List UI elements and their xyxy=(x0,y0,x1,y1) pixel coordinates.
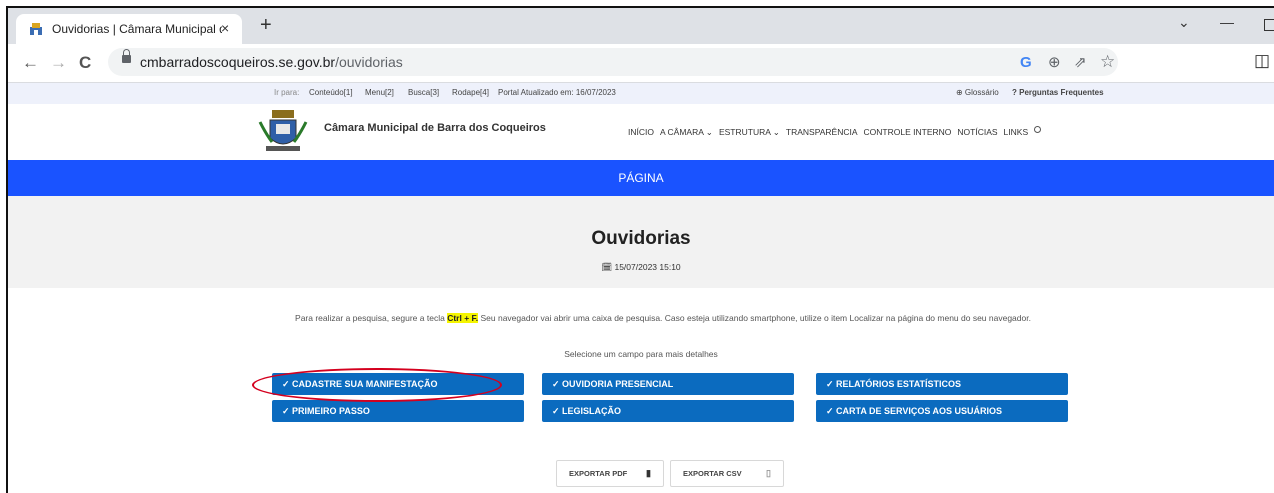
bookmark-star-icon[interactable]: ☆ xyxy=(1100,52,1115,72)
page-date: 🗓 15/07/2023 15:10 xyxy=(601,262,681,272)
portal-updated-text: Portal Atualizado em: 16/07/2023 xyxy=(498,88,616,97)
forward-icon[interactable]: → xyxy=(50,53,67,73)
ouvidoria-presencial-button[interactable]: ✓ OUVIDORIA PRESENCIAL xyxy=(542,373,794,395)
highlight-oval xyxy=(252,368,502,402)
export-pdf-button[interactable]: EXPORTAR PDF ▮ xyxy=(556,460,664,487)
coat-of-arms-logo[interactable] xyxy=(258,108,308,156)
reload-icon[interactable]: C xyxy=(79,53,91,73)
browser-window: Ouvidorias | Câmara Municipal de Barra d… xyxy=(6,6,1274,493)
search-icon[interactable] xyxy=(1034,126,1042,133)
url-path: /ouvidorias xyxy=(335,54,403,70)
tab-strip: Ouvidorias | Câmara Municipal de Barra d… xyxy=(8,8,1274,44)
page-section-bar: PÁGINA xyxy=(8,160,1274,196)
select-field-text: Selecione um campo para mais detalhes xyxy=(564,349,718,359)
minimize-icon[interactable]: — xyxy=(1220,14,1234,30)
browser-tab[interactable]: Ouvidorias | Câmara Municipal de Barra d… xyxy=(16,14,242,44)
menu-item-estrutura[interactable]: ESTRUTURA ⌄ xyxy=(719,127,780,137)
site-favicon-icon xyxy=(30,23,42,35)
menu-item-controle-interno[interactable]: CONTROLE INTERNO xyxy=(864,127,952,137)
pdf-file-icon: ▮ xyxy=(646,468,651,478)
skip-content-link[interactable]: Conteúdo[1] xyxy=(309,88,353,97)
accessibility-bar: Ir para: Conteúdo[1] Menu[2] Busca[3] Ro… xyxy=(8,83,1274,105)
skip-search-link[interactable]: Busca[3] xyxy=(408,88,439,97)
menu-item-transparencia[interactable]: TRANSPARÊNCIA xyxy=(786,127,858,137)
export-csv-label: EXPORTAR CSV xyxy=(683,469,742,478)
site-title[interactable]: Câmara Municipal de Barra dos Coqueiros xyxy=(324,122,546,134)
legislacao-button[interactable]: ✓ LEGISLAÇÃO xyxy=(542,400,794,422)
zoom-icon[interactable]: ⊕ xyxy=(1048,53,1061,71)
main-menu: INÍCIO A CÂMARA ⌄ ESTRUTURA ⌄ TRANSPARÊNCIA… xyxy=(628,126,1047,138)
lock-icon[interactable] xyxy=(122,49,131,63)
site-header: Câmara Municipal de Barra dos Coqueiros … xyxy=(8,104,1274,160)
export-csv-button[interactable]: EXPORTAR CSV ▯ xyxy=(670,460,784,487)
url-text[interactable]: cmbarradoscoqueiros.se.gov.br/ouvidorias xyxy=(140,54,403,70)
glossary-link[interactable]: ⊕ Glossário xyxy=(956,88,999,97)
ctrl-f-highlight: Ctrl + F. xyxy=(447,313,479,323)
menu-item-inicio[interactable]: INÍCIO xyxy=(628,127,654,137)
menu-item-links[interactable]: LINKS xyxy=(1004,127,1029,137)
google-icon[interactable]: G xyxy=(1020,54,1032,71)
address-bar[interactable]: cmbarradoscoqueiros.se.gov.br/ouvidorias… xyxy=(108,48,1118,76)
info-text-start: Para realizar a pesquisa, segure a tecla xyxy=(295,313,448,323)
csv-file-icon: ▯ xyxy=(766,468,771,478)
menu-item-a-camara[interactable]: A CÂMARA ⌄ xyxy=(660,127,713,137)
page-section-label: PÁGINA xyxy=(618,171,664,185)
skip-to-label: Ir para: xyxy=(274,88,300,97)
maximize-icon[interactable] xyxy=(1264,19,1274,31)
back-icon[interactable]: ← xyxy=(22,53,39,73)
browser-toolbar: ← → C cmbarradoscoqueiros.se.gov.br/ouvi… xyxy=(8,44,1274,83)
relatorios-estatisticos-button[interactable]: ✓ RELATÓRIOS ESTATÍSTICOS xyxy=(816,373,1068,395)
tab-title: Ouvidorias | Câmara Municipal de Barra d… xyxy=(52,22,222,36)
skip-footer-link[interactable]: Rodape[4] xyxy=(452,88,489,97)
carta-servicos-button[interactable]: ✓ CARTA DE SERVIÇOS AOS USUÁRIOS xyxy=(816,400,1068,422)
side-panel-icon[interactable]: ◫ xyxy=(1254,51,1270,71)
export-pdf-label: EXPORTAR PDF xyxy=(569,469,628,478)
tab-close-icon[interactable]: × xyxy=(221,20,229,36)
url-domain: cmbarradoscoqueiros.se.gov.br xyxy=(140,54,336,70)
page-title-area: Ouvidorias 🗓 15/07/2023 15:10 xyxy=(8,196,1274,288)
new-tab-icon[interactable]: + xyxy=(260,14,272,37)
faq-link[interactable]: ? Perguntas Frequentes xyxy=(1012,88,1104,97)
search-instructions: Para realizar a pesquisa, segure a tecla… xyxy=(248,312,1078,325)
tab-search-chevron-icon[interactable]: ⌄ xyxy=(1178,14,1190,31)
share-icon[interactable]: ⇗ xyxy=(1074,53,1087,71)
page-title: Ouvidorias xyxy=(591,228,691,249)
primeiro-passo-button[interactable]: ✓ PRIMEIRO PASSO xyxy=(272,400,524,422)
menu-item-noticias[interactable]: NOTÍCIAS xyxy=(957,127,997,137)
info-text-end: Seu navegador vai abrir uma caixa de pes… xyxy=(478,313,1031,323)
skip-menu-link[interactable]: Menu[2] xyxy=(365,88,394,97)
